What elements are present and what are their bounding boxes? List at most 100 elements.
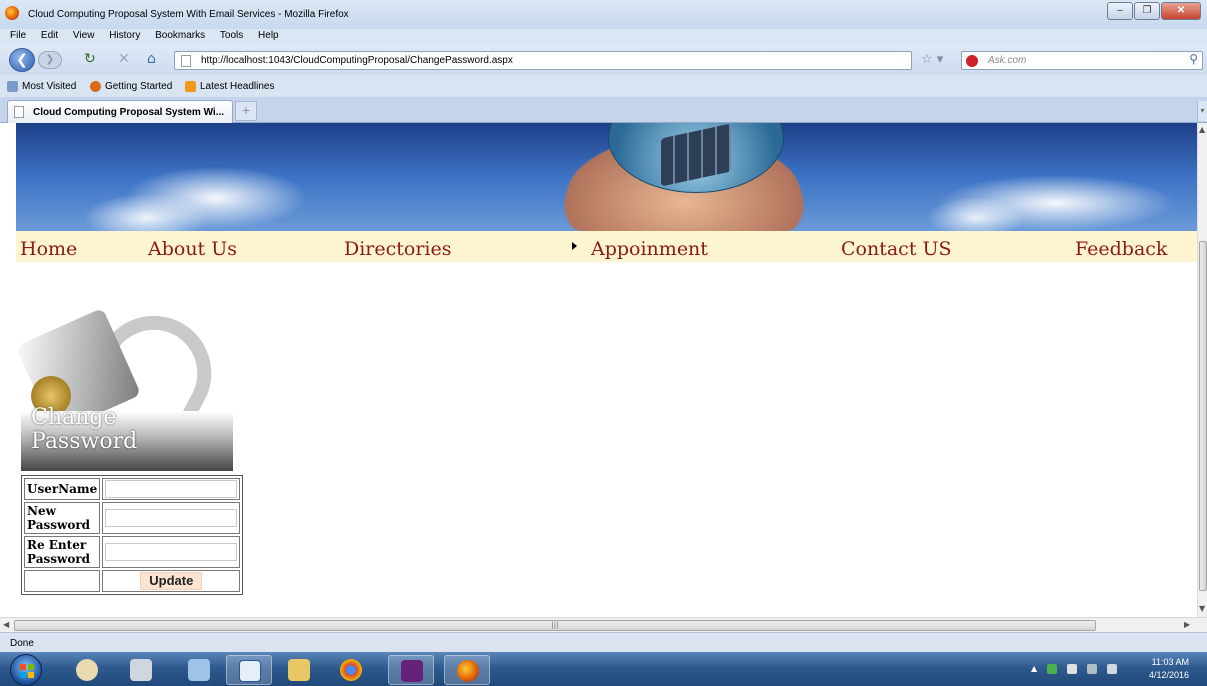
menu-edit[interactable]: Edit bbox=[33, 29, 62, 41]
bookmarks-toolbar: Most Visited Getting Started Latest Head… bbox=[0, 75, 1207, 97]
reenter-password-cell bbox=[102, 536, 241, 568]
chrome-icon bbox=[340, 659, 362, 681]
firefox-icon bbox=[457, 660, 479, 682]
menu-file[interactable]: File bbox=[0, 29, 30, 41]
search-placeholder: Ask.com bbox=[988, 55, 1027, 66]
taskbar-visual-studio[interactable] bbox=[388, 655, 434, 685]
wifi-icon[interactable] bbox=[1087, 664, 1097, 674]
taskbar-calculator[interactable] bbox=[118, 655, 164, 685]
tab-current[interactable]: Cloud Computing Proposal System Wi... bbox=[7, 100, 233, 123]
horizontal-scrollbar[interactable]: ◀ ||| ▶ bbox=[0, 617, 1207, 632]
username-cell bbox=[102, 478, 241, 500]
change-password-title-line2: Password bbox=[31, 429, 138, 454]
address-bar[interactable]: http://localhost:1043/CloudComputingProp… bbox=[174, 51, 912, 70]
bookmark-latest-headlines[interactable]: Latest Headlines bbox=[185, 81, 275, 92]
change-password-form: UserName New Password Re Enter Password bbox=[21, 475, 244, 595]
page-icon bbox=[181, 55, 191, 67]
close-button[interactable]: ✕ bbox=[1161, 2, 1201, 20]
tab-list-button[interactable]: ▾ bbox=[1197, 101, 1207, 121]
windows-logo-icon bbox=[20, 664, 34, 678]
maximize-button[interactable]: ❐ bbox=[1134, 2, 1160, 20]
update-button[interactable]: Update bbox=[140, 572, 203, 590]
taskbar-chrome[interactable] bbox=[328, 655, 374, 685]
label-line: New bbox=[27, 504, 56, 518]
form-row-new-password: New Password bbox=[24, 502, 241, 534]
bookmark-most-visited[interactable]: Most Visited bbox=[7, 81, 76, 92]
window-title: Cloud Computing Proposal System With Ema… bbox=[28, 9, 349, 20]
show-hidden-icons[interactable]: ▲ bbox=[1031, 664, 1041, 674]
home-icon[interactable]: ⌂ bbox=[147, 52, 156, 66]
vertical-scrollbar[interactable]: ▲ ▼ bbox=[1197, 123, 1207, 617]
navigation-toolbar: ❮ ❯ ↻ ✕ ⌂ http://localhost:1043/CloudCom… bbox=[0, 44, 1207, 75]
menu-bookmarks[interactable]: Bookmarks bbox=[147, 29, 209, 41]
scroll-down-icon[interactable]: ▼ bbox=[1199, 604, 1205, 613]
minimize-button[interactable]: – bbox=[1107, 2, 1133, 20]
scroll-left-icon[interactable]: ◀ bbox=[3, 620, 9, 629]
username-field[interactable] bbox=[105, 480, 238, 498]
label-line: Password bbox=[27, 552, 91, 566]
new-tab-button[interactable]: + bbox=[235, 101, 257, 121]
clock[interactable]: 11:03 AM 4/12/2016 bbox=[1149, 656, 1189, 682]
app-icon bbox=[188, 659, 210, 681]
windows-taskbar: ▲ 11:03 AM 4/12/2016 bbox=[0, 652, 1207, 686]
search-icon[interactable]: ⚲ bbox=[1189, 52, 1198, 66]
nav-feedback[interactable]: Feedback bbox=[1075, 238, 1167, 260]
bookmark-getting-started[interactable]: Getting Started bbox=[90, 81, 172, 92]
menu-help[interactable]: Help bbox=[250, 29, 283, 41]
stop-icon[interactable]: ✕ bbox=[118, 52, 130, 66]
menu-history[interactable]: History bbox=[101, 29, 144, 41]
menu-view[interactable]: View bbox=[65, 29, 99, 41]
firefox-icon bbox=[90, 81, 101, 92]
scroll-right-icon[interactable]: ▶ bbox=[1184, 620, 1190, 629]
taskbar-file-explorer[interactable] bbox=[276, 655, 322, 685]
bookmark-star-icon[interactable]: ☆ ▾ bbox=[921, 52, 943, 67]
taskbar-firefox[interactable] bbox=[444, 655, 490, 685]
site-navigation-menu: Home About Us Directories Appoinment Con… bbox=[16, 231, 1197, 262]
system-tray: ▲ 11:03 AM 4/12/2016 bbox=[1027, 652, 1207, 686]
search-box[interactable]: Ask.com ⚲ bbox=[961, 51, 1203, 70]
vertical-scroll-thumb[interactable] bbox=[1199, 241, 1207, 591]
status-bar: Done bbox=[0, 632, 1207, 652]
volume-icon[interactable] bbox=[1107, 664, 1117, 674]
forward-button[interactable]: ❯ bbox=[38, 51, 62, 69]
empty-cell bbox=[24, 570, 101, 592]
folder-icon bbox=[288, 659, 310, 681]
browser-menu-bar: File Edit View History Bookmarks Tools H… bbox=[0, 29, 1207, 44]
most-visited-icon bbox=[7, 81, 18, 92]
firefox-logo-icon bbox=[5, 6, 19, 20]
status-text: Done bbox=[10, 638, 34, 649]
network-tray-icon[interactable] bbox=[1047, 664, 1057, 674]
ask-logo-icon[interactable] bbox=[966, 55, 978, 67]
nav-contact-us[interactable]: Contact US bbox=[841, 238, 952, 260]
scroll-up-icon[interactable]: ▲ bbox=[1199, 125, 1205, 134]
nav-about-us[interactable]: About Us bbox=[148, 238, 237, 260]
battery-icon[interactable] bbox=[1067, 664, 1077, 674]
label-line: Password bbox=[27, 518, 91, 532]
form-row-reenter-password: Re Enter Password bbox=[24, 536, 241, 568]
nav-home[interactable]: Home bbox=[20, 238, 77, 260]
window-controls: – ❐ ✕ bbox=[1106, 2, 1201, 20]
reenter-password-field[interactable] bbox=[105, 543, 238, 561]
reenter-password-label: Re Enter Password bbox=[24, 536, 101, 568]
start-button[interactable] bbox=[10, 654, 42, 686]
new-password-label: New Password bbox=[24, 502, 101, 534]
username-label: UserName bbox=[24, 478, 101, 500]
nav-directories[interactable]: Directories bbox=[344, 238, 452, 260]
reload-icon[interactable]: ↻ bbox=[84, 52, 96, 66]
menu-tools[interactable]: Tools bbox=[212, 29, 247, 41]
change-password-title-line1: Change bbox=[31, 405, 117, 430]
update-cell: Update bbox=[102, 570, 241, 592]
url-text: http://localhost:1043/CloudComputingProp… bbox=[201, 55, 513, 66]
page-icon bbox=[14, 106, 24, 118]
back-button[interactable]: ❮ bbox=[9, 48, 35, 72]
visual-studio-icon bbox=[401, 660, 423, 682]
new-password-field[interactable] bbox=[105, 509, 238, 527]
clock-time: 11:03 AM bbox=[1151, 657, 1189, 667]
horizontal-scroll-thumb[interactable]: ||| bbox=[14, 620, 1096, 631]
nav-appoinment[interactable]: Appoinment bbox=[591, 238, 708, 260]
taskbar-app[interactable] bbox=[176, 655, 222, 685]
form-row-actions: Update bbox=[24, 570, 241, 592]
taskbar-paint[interactable] bbox=[64, 655, 110, 685]
taskbar-word[interactable] bbox=[226, 655, 272, 685]
calculator-icon bbox=[130, 659, 152, 681]
